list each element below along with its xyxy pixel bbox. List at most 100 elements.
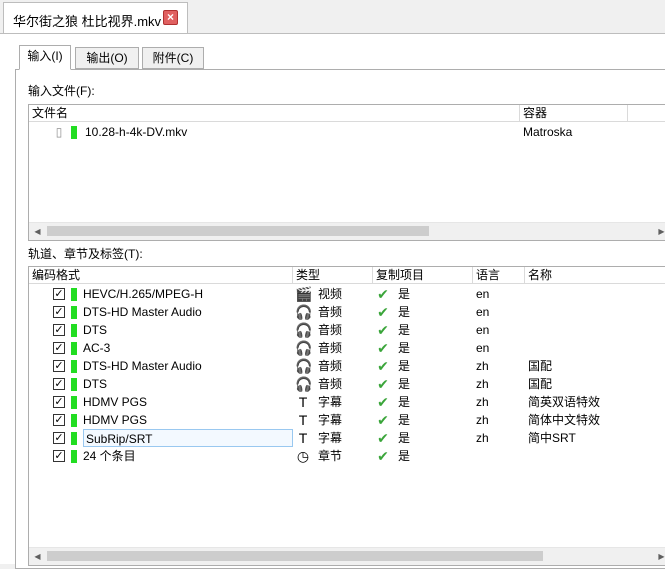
column-header-filename[interactable]: 文件名 — [29, 105, 520, 122]
check-icon: ✔ — [377, 430, 389, 446]
column-header-blank — [628, 105, 665, 122]
track-name: 国配 — [528, 359, 553, 373]
document-tab-title: 华尔街之狼 杜比视界.mkv — [13, 14, 162, 29]
input-files-hscrollbar[interactable]: ◀ ▶ — [29, 222, 665, 240]
text-icon: T — [298, 412, 308, 428]
column-header-container[interactable]: 容器 — [520, 105, 628, 122]
file-icon: ▯ — [55, 125, 63, 139]
track-checkbox[interactable]: ✓ — [53, 450, 65, 462]
track-row[interactable]: ✓ SubRip/SRT T 字幕 ✔ 是 zh 简中SRT — [29, 429, 665, 447]
check-icon: ✔ — [377, 340, 389, 356]
track-marker — [71, 414, 77, 427]
track-row[interactable]: ✓ HEVC/H.265/MPEG-H 🎬 视频 ✔ 是 en — [29, 285, 665, 303]
scroll-right-arrow[interactable]: ▶ — [653, 548, 665, 565]
track-name: 简中SRT — [528, 431, 576, 445]
track-row[interactable]: ✓ DTS-HD Master Audio 🎧 音频 ✔ 是 en — [29, 303, 665, 321]
track-codec: DTS — [83, 323, 107, 337]
clock-icon: ◷ — [296, 448, 310, 464]
track-copy: 是 — [398, 413, 411, 427]
track-copy: 是 — [398, 341, 411, 355]
column-header-codec[interactable]: 编码格式 — [29, 267, 293, 284]
track-language: zh — [476, 395, 489, 409]
track-marker — [71, 342, 77, 355]
scroll-left-arrow[interactable]: ◀ — [29, 548, 46, 565]
column-header-name[interactable]: 名称 — [525, 267, 665, 284]
track-row[interactable]: ✓ HDMV PGS T 字幕 ✔ 是 zh 简体中文特效 — [29, 411, 665, 429]
track-type: 章节 — [318, 449, 343, 463]
track-type: 音频 — [318, 341, 343, 355]
check-icon: ✔ — [377, 448, 389, 464]
track-row[interactable]: ✓ DTS 🎧 音频 ✔ 是 zh 国配 — [29, 375, 665, 393]
text-icon: T — [298, 394, 308, 410]
track-type: 字幕 — [318, 395, 343, 409]
track-checkbox[interactable]: ✓ — [53, 288, 65, 300]
document-tab[interactable]: 华尔街之狼 杜比视界.mkv × — [3, 2, 188, 33]
track-name: 简英双语特效 — [528, 395, 601, 409]
track-marker — [71, 126, 77, 139]
track-type: 音频 — [318, 305, 343, 319]
headphones-icon: 🎧 — [295, 304, 313, 320]
track-copy: 是 — [398, 359, 411, 373]
track-copy: 是 — [398, 287, 411, 301]
track-marker — [71, 324, 77, 337]
track-language: en — [476, 341, 490, 355]
track-language: zh — [476, 431, 489, 445]
check-icon: ✔ — [377, 304, 389, 320]
track-checkbox[interactable]: ✓ — [53, 378, 65, 390]
video-icon: 🎬 — [295, 286, 313, 302]
file-name: 10.28-h-4k-DV.mkv — [85, 125, 188, 139]
track-language: en — [476, 323, 490, 337]
track-marker — [71, 360, 77, 373]
tab-output[interactable]: 输出(O) — [75, 47, 139, 69]
track-copy: 是 — [398, 323, 411, 337]
scroll-thumb[interactable] — [47, 226, 429, 236]
track-codec: DTS-HD Master Audio — [83, 359, 202, 373]
tracks-label: 轨道、章节及标签(T): — [28, 247, 143, 261]
track-row[interactable]: ✓ DTS 🎧 音频 ✔ 是 en — [29, 321, 665, 339]
track-language: en — [476, 305, 490, 319]
text-icon: T — [298, 430, 308, 446]
track-marker — [71, 450, 77, 463]
track-codec: HEVC/H.265/MPEG-H — [83, 287, 204, 301]
tab-input[interactable]: 输入(I) — [19, 45, 71, 70]
main-panel: 输入(I) 输出(O) 附件(C) 输入文件(F): 文件名 容器 ▯ 10.2… — [0, 33, 665, 569]
column-header-language[interactable]: 语言 — [473, 267, 525, 284]
track-marker — [71, 306, 77, 319]
close-icon[interactable]: × — [163, 10, 178, 25]
scroll-thumb[interactable] — [47, 551, 543, 561]
scroll-left-arrow[interactable]: ◀ — [29, 223, 46, 240]
tracks-hscrollbar[interactable]: ◀ ▶ — [29, 547, 665, 565]
track-copy: 是 — [398, 305, 411, 319]
track-checkbox[interactable]: ✓ — [53, 306, 65, 318]
track-codec: DTS-HD Master Audio — [83, 305, 202, 319]
track-row[interactable]: ✓ AC-3 🎧 音频 ✔ 是 en — [29, 339, 665, 357]
headphones-icon: 🎧 — [295, 322, 313, 338]
track-copy: 是 — [398, 431, 411, 445]
input-files-label: 输入文件(F): — [28, 84, 95, 98]
track-checkbox[interactable]: ✓ — [53, 396, 65, 408]
track-language: zh — [476, 359, 489, 373]
check-icon: ✔ — [377, 286, 389, 302]
track-type: 字幕 — [318, 431, 343, 445]
track-row[interactable]: ✓ 24 个条目 ◷ 章节 ✔ 是 — [29, 447, 665, 465]
track-language: zh — [476, 413, 489, 427]
track-codec: HDMV PGS — [83, 413, 148, 427]
track-marker — [71, 432, 77, 445]
track-checkbox[interactable]: ✓ — [53, 432, 65, 444]
check-icon: ✔ — [377, 322, 389, 338]
track-checkbox[interactable]: ✓ — [53, 324, 65, 336]
input-tab-page: 输入文件(F): 文件名 容器 ▯ 10.28-h-4k-DV.mkv Matr… — [15, 69, 665, 569]
scroll-right-arrow[interactable]: ▶ — [653, 223, 665, 240]
track-checkbox[interactable]: ✓ — [53, 414, 65, 426]
track-copy: 是 — [398, 395, 411, 409]
tab-attachments[interactable]: 附件(C) — [142, 47, 204, 69]
column-header-copy[interactable]: 复制项目 — [373, 267, 473, 284]
track-checkbox[interactable]: ✓ — [53, 342, 65, 354]
column-header-type[interactable]: 类型 — [293, 267, 373, 284]
document-tab-bar: 华尔街之狼 杜比视界.mkv × — [0, 0, 665, 33]
file-row[interactable]: ▯ 10.28-h-4k-DV.mkv Matroska — [29, 123, 665, 141]
track-row[interactable]: ✓ DTS-HD Master Audio 🎧 音频 ✔ 是 zh 国配 — [29, 357, 665, 375]
track-row[interactable]: ✓ HDMV PGS T 字幕 ✔ 是 zh 简英双语特效 — [29, 393, 665, 411]
track-name: 简体中文特效 — [528, 413, 601, 427]
track-checkbox[interactable]: ✓ — [53, 360, 65, 372]
